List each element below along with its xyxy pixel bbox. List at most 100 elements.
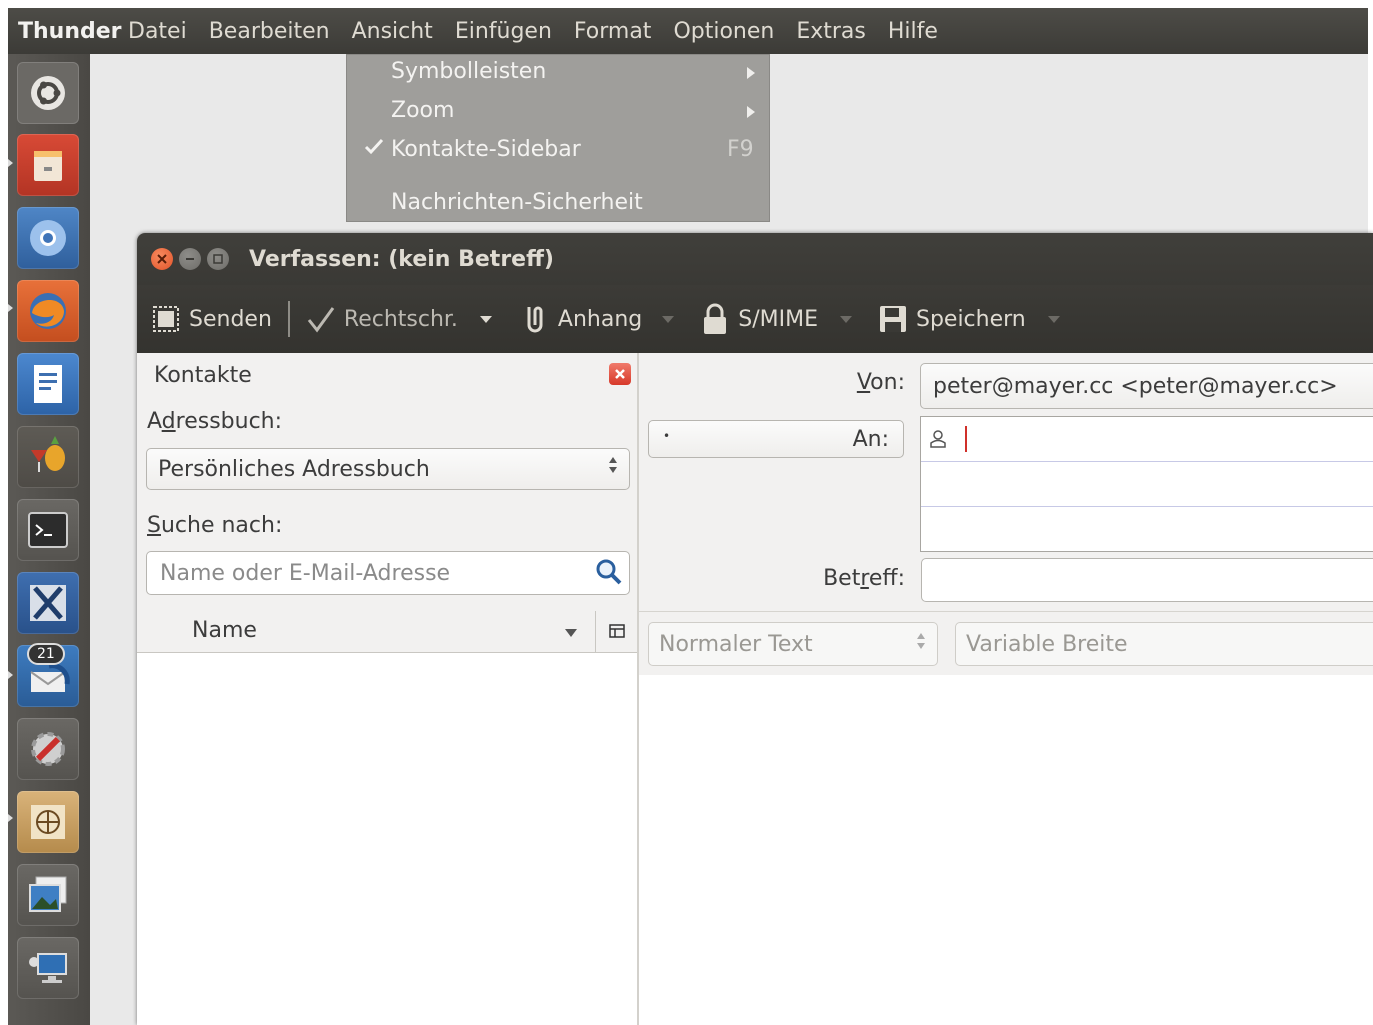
save-button[interactable]: Speichern	[878, 304, 1060, 334]
dropdown-dot-icon: •	[663, 429, 671, 443]
attach-label: Anhang	[557, 306, 643, 332]
column-picker-icon[interactable]	[609, 622, 627, 647]
launcher-dash[interactable]	[17, 62, 79, 124]
menu-einfuegen[interactable]: Einfügen	[455, 19, 552, 44]
launcher-running-pip	[8, 671, 13, 679]
column-header-name[interactable]: Name	[192, 618, 257, 643]
smime-label: S/MIME	[738, 306, 818, 332]
submenu-arrow-icon	[747, 106, 755, 118]
message-body-editor[interactable]	[639, 675, 1373, 1025]
menuitem-kontakte-sidebar[interactable]: Kontakte-Sidebar	[391, 137, 581, 162]
menuitem-symbolleisten[interactable]: Symbolleisten	[391, 59, 546, 84]
dropdown-caret-icon[interactable]	[839, 315, 852, 323]
dropdown-caret-icon[interactable]	[1047, 315, 1060, 323]
contact-search-input[interactable]	[158, 559, 582, 587]
compose-window: Verfassen: (kein Betreff) Senden Rechtsc…	[137, 233, 1373, 1025]
checkmark-icon	[363, 135, 385, 163]
contact-list-header: Name	[137, 611, 637, 653]
menu-hilfe[interactable]: Hilfe	[888, 19, 938, 44]
send-icon	[151, 304, 181, 334]
menu-datei[interactable]: Datei	[128, 19, 187, 44]
launcher-x-app[interactable]	[17, 572, 79, 634]
search-icon[interactable]	[595, 558, 623, 592]
sidebar-title: Kontakte	[154, 363, 252, 388]
x-window-icon	[30, 585, 66, 621]
document-icon	[34, 365, 62, 403]
save-label: Speichern	[915, 306, 1026, 332]
contact-search-field[interactable]	[146, 551, 630, 595]
menu-format[interactable]: Format	[574, 19, 652, 44]
attach-button[interactable]: Anhang	[520, 304, 675, 334]
spellcheck-label: Rechtschr.	[343, 306, 458, 332]
addressbook-label: Adressbuch:	[147, 409, 283, 434]
window-minimize-button[interactable]	[179, 248, 201, 270]
window-close-button[interactable]	[151, 248, 173, 270]
launcher-writer[interactable]	[17, 353, 79, 415]
contact-list[interactable]	[137, 653, 637, 1025]
recipient-row[interactable]	[921, 417, 1373, 462]
from-select[interactable]: peter@mayer.cc <peter@mayer.cc>	[920, 363, 1373, 409]
top-panel: Thunder Datei Bearbeiten Ansicht Einfüge…	[8, 8, 1368, 54]
recipient-row[interactable]	[921, 507, 1373, 552]
paragraph-format-value: Normaler Text	[659, 631, 813, 657]
launcher-cocktail-app[interactable]	[17, 426, 79, 488]
unread-count-badge: 21	[27, 643, 65, 665]
spinner-arrows-icon	[917, 633, 925, 649]
launcher-running-pip	[8, 159, 13, 167]
launcher-gimp-like-app[interactable]	[17, 791, 79, 853]
text-cursor	[965, 426, 967, 452]
menuitem-nachrichten-sicherheit[interactable]: Nachrichten-Sicherheit	[391, 190, 643, 215]
compose-toolbar: Senden Rechtschr. Anhang S/MIME Speicher…	[137, 285, 1373, 353]
file-cabinet-icon	[34, 151, 62, 181]
minimize-icon	[186, 258, 194, 260]
menu-optionen[interactable]: Optionen	[673, 19, 774, 44]
close-icon	[157, 254, 167, 264]
addressbook-select[interactable]: Persönliches Adressbuch	[146, 448, 630, 490]
address-type-select[interactable]: • An:	[648, 420, 904, 458]
launcher-system-settings[interactable]	[17, 718, 79, 780]
smime-button[interactable]: S/MIME	[700, 303, 852, 334]
sidebar-close-button[interactable]	[609, 363, 631, 385]
paperclip-icon	[520, 304, 550, 334]
checkmark-icon	[306, 304, 336, 334]
chromium-icon	[30, 220, 66, 256]
launcher-remote-desktop[interactable]	[17, 937, 79, 999]
menu-extras[interactable]: Extras	[796, 19, 866, 44]
close-icon	[615, 369, 625, 379]
launcher-files[interactable]	[17, 134, 79, 196]
firefox-icon	[30, 293, 66, 329]
view-menu-dropdown: Symbolleisten Zoom Kontakte-Sidebar F9 N…	[346, 54, 770, 222]
menu-ansicht[interactable]: Ansicht	[352, 19, 433, 44]
from-label: Von:	[856, 370, 905, 395]
lock-icon	[700, 303, 730, 334]
column-divider	[595, 611, 596, 653]
floppy-disk-icon	[878, 304, 908, 334]
sort-arrow-icon[interactable]	[565, 629, 577, 637]
screen: Thunder Datei Bearbeiten Ansicht Einfüge…	[0, 0, 1373, 1025]
terminal-icon	[28, 512, 68, 548]
menu-bearbeiten[interactable]: Bearbeiten	[209, 19, 330, 44]
recipient-row[interactable]	[921, 462, 1373, 507]
menuitem-zoom[interactable]: Zoom	[391, 98, 454, 123]
launcher-image-viewer[interactable]	[17, 864, 79, 926]
paragraph-format-select[interactable]: Normaler Text	[648, 622, 938, 666]
window-maximize-button[interactable]	[207, 248, 229, 270]
launcher-terminal[interactable]	[17, 499, 79, 561]
font-select[interactable]: Variable Breite	[955, 622, 1373, 666]
cocktail-icon	[31, 436, 65, 472]
search-label: Suche nach:	[147, 513, 283, 538]
launcher-chromium[interactable]	[17, 207, 79, 269]
dropdown-caret-icon[interactable]	[479, 315, 492, 323]
contact-person-icon	[929, 429, 947, 453]
recipient-list	[920, 416, 1373, 552]
from-value: peter@mayer.cc <peter@mayer.cc>	[933, 373, 1338, 399]
spellcheck-button[interactable]: Rechtschr.	[306, 304, 492, 334]
send-button[interactable]: Senden	[151, 304, 272, 334]
dropdown-caret-icon[interactable]	[662, 315, 675, 323]
launcher-thunderbird[interactable]: 21	[17, 643, 79, 707]
subject-input[interactable]	[921, 558, 1373, 602]
launcher-firefox[interactable]	[17, 280, 79, 342]
format-toolbar: Normaler Text Variable Breite	[639, 611, 1373, 676]
font-value: Variable Breite	[966, 631, 1128, 657]
compose-fields: Von: peter@mayer.cc <peter@mayer.cc> • A…	[639, 353, 1373, 1025]
